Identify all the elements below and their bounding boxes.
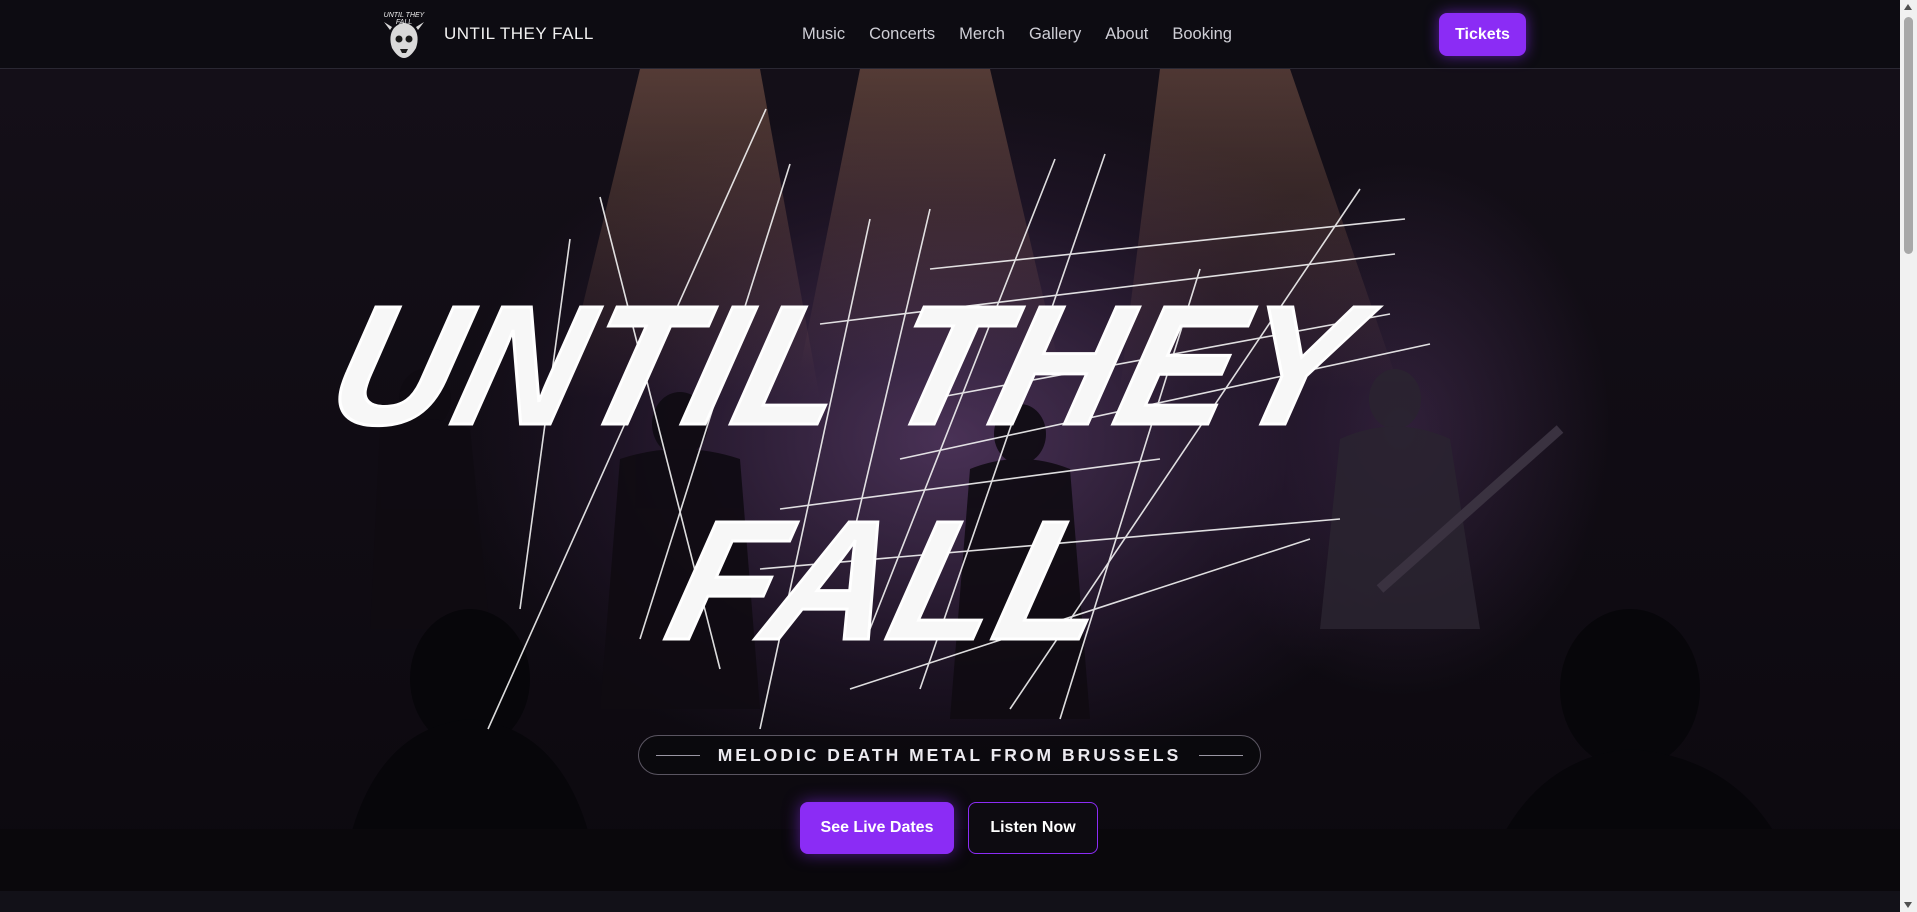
next-section-edge bbox=[0, 891, 1900, 912]
nav-link-about[interactable]: About bbox=[1105, 25, 1148, 44]
brand[interactable]: UNTIL THEY FALL UNTIL THEY FALL bbox=[380, 8, 594, 60]
main-nav: Music Concerts Merch Gallery About Booki… bbox=[802, 25, 1256, 44]
see-live-dates-button[interactable]: See Live Dates bbox=[800, 802, 954, 854]
tagline-badge: MELODIC DEATH METAL FROM BRUSSELS bbox=[638, 735, 1261, 775]
brand-name[interactable]: UNTIL THEY FALL bbox=[444, 24, 594, 44]
nav-link-concerts[interactable]: Concerts bbox=[869, 25, 935, 44]
nav-link-merch[interactable]: Merch bbox=[959, 25, 1005, 44]
svg-text:FALL: FALL bbox=[396, 19, 412, 26]
tagline-text: MELODIC DEATH METAL FROM BRUSSELS bbox=[717, 744, 1182, 765]
listen-now-button[interactable]: Listen Now bbox=[968, 802, 1098, 854]
scroll-up-arrow-icon[interactable] bbox=[1904, 4, 1912, 10]
tickets-button[interactable]: Tickets bbox=[1439, 13, 1526, 56]
scrollbar-thumb[interactable] bbox=[1904, 17, 1913, 254]
scroll-down-arrow-icon[interactable] bbox=[1904, 902, 1912, 908]
nav-link-booking[interactable]: Booking bbox=[1172, 25, 1232, 44]
nav-link-gallery[interactable]: Gallery bbox=[1029, 25, 1081, 44]
page-scrollbar[interactable] bbox=[1900, 0, 1917, 912]
top-navbar: UNTIL THEY FALL UNTIL THEY FALL Music Co… bbox=[0, 0, 1900, 69]
tagline-divider-right bbox=[1199, 754, 1244, 756]
svg-text:UNTIL THEY: UNTIL THEY bbox=[384, 12, 426, 19]
hero-section: UNTIL THEY FALL MELODIC DEATH METAL FROM… bbox=[0, 69, 1900, 891]
hero-title-line2: FALL bbox=[652, 485, 1132, 675]
band-logo-icon: UNTIL THEY FALL bbox=[384, 12, 426, 58]
hero-title-line1: UNTIL THEY bbox=[313, 270, 1390, 460]
tagline-divider-left bbox=[655, 754, 700, 756]
nav-link-music[interactable]: Music bbox=[802, 25, 845, 44]
